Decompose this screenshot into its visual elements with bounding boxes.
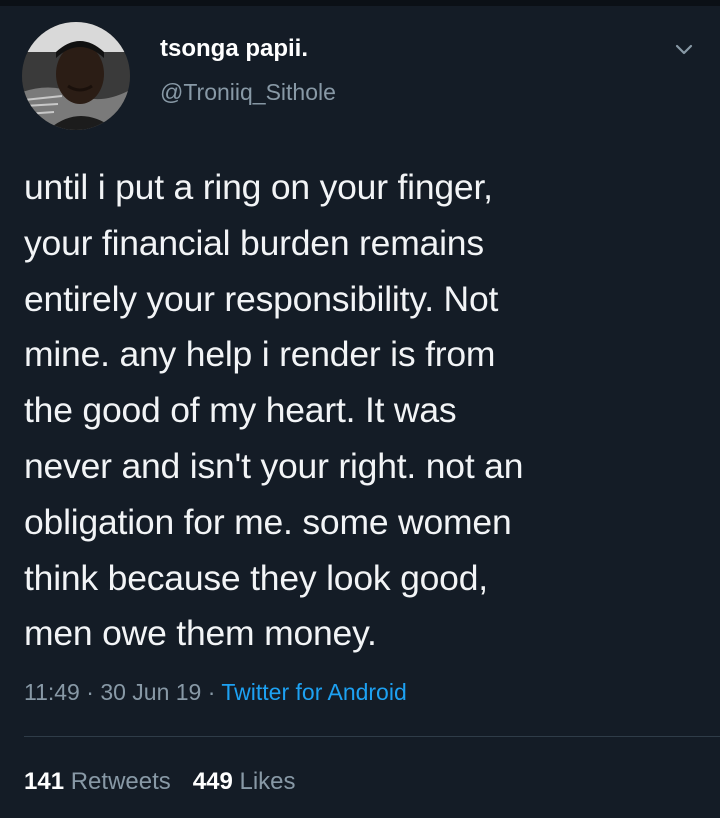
chevron-down-icon[interactable] xyxy=(670,36,698,64)
tweet-text-line: entirely your responsibility. Not xyxy=(24,278,499,319)
likes-count: 449 xyxy=(192,768,233,795)
avatar-image xyxy=(22,22,130,130)
tweet-time[interactable]: 11:49 xyxy=(24,679,80,705)
retweets-label: Retweets xyxy=(70,768,171,795)
retweets-count: 141 xyxy=(24,768,65,795)
display-name[interactable]: tsonga papii. xyxy=(160,34,336,64)
tweet-stats: 141 Retweets 449 Likes xyxy=(24,766,296,798)
retweets-stat[interactable]: 141 Retweets xyxy=(24,768,171,795)
tweet-text-line: think because they look good, xyxy=(24,557,488,598)
user-names: tsonga papii. @Troniiq_Sithole xyxy=(160,34,336,106)
tweet-text: until i put a ring on your finger, your … xyxy=(24,160,694,662)
meta-separator: · xyxy=(207,679,216,705)
top-edge-bar xyxy=(0,0,720,6)
likes-label: Likes xyxy=(239,768,296,795)
meta-separator: · xyxy=(86,679,94,705)
divider xyxy=(24,736,720,737)
tweet-text-line: until i put a ring on your finger, xyxy=(24,167,493,207)
avatar[interactable] xyxy=(22,22,130,130)
tweet-text-line: obligation for me. some women xyxy=(24,501,512,542)
tweet-header: tsonga papii. @Troniiq_Sithole xyxy=(22,22,702,132)
tweet-text-line: never and isn't your right. not an xyxy=(24,445,524,486)
tweet-text-line: your financial burden remains xyxy=(24,222,484,263)
tweet-source-link[interactable]: Twitter for Android xyxy=(221,679,406,705)
tweet-date[interactable]: 30 Jun 19 xyxy=(100,679,201,705)
tweet-text-line: the good of my heart. It was xyxy=(24,390,457,431)
likes-stat[interactable]: 449 Likes xyxy=(193,768,296,795)
user-handle[interactable]: @Troniiq_Sithole xyxy=(160,78,336,106)
tweet-text-line: mine. any help i render is from xyxy=(24,334,496,375)
tweet-text-line: men owe them money. xyxy=(24,613,377,654)
tweet-metadata: 11:49 · 30 Jun 19 · Twitter for Android xyxy=(24,676,407,708)
